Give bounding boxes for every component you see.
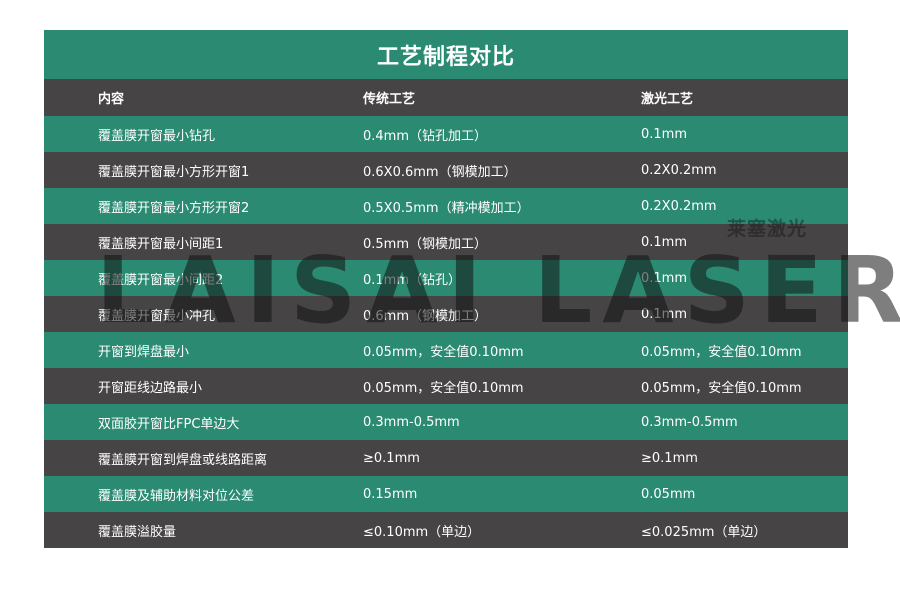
row-traditional: 0.5mm（钢模加工） (363, 236, 488, 252)
row-traditional: 0.6mm（钢模加工） (363, 308, 488, 324)
row-laser: ≤0.025mm（单边） (641, 524, 767, 540)
table-row: 开窗到焊盘最小 0.05mm，安全值0.10mm 0.05mm，安全值0.10mm (44, 332, 848, 368)
row-traditional: 0.15mm (363, 486, 418, 502)
row-laser: 0.05mm，安全值0.10mm (641, 344, 802, 360)
row-laser: 0.05mm，安全值0.10mm (641, 380, 802, 396)
row-content: 开窗距线边路最小 (98, 380, 203, 396)
row-laser: 0.05mm (641, 486, 696, 502)
header-content: 内容 (98, 92, 125, 107)
row-laser: ≥0.1mm (641, 450, 698, 466)
table-row: 覆盖膜开窗最小冲孔 0.6mm（钢模加工） 0.1mm (44, 296, 848, 332)
table-body: 覆盖膜开窗最小钻孔 0.4mm（钻孔加工） 0.1mm 覆盖膜开窗最小方形开窗1 0.6… (44, 116, 848, 548)
row-laser: 0.2X0.2mm (641, 198, 717, 214)
row-content: 覆盖膜溢胶量 (98, 524, 177, 540)
table-row: 覆盖膜开窗最小钻孔 0.4mm（钻孔加工） 0.1mm (44, 116, 848, 152)
row-traditional: 0.1mm（钻孔） (363, 272, 462, 288)
row-traditional: 0.5X0.5mm（精冲模加工） (363, 200, 530, 216)
table-row: 双面胶开窗比FPC单边大 0.3mm-0.5mm 0.3mm-0.5mm (44, 404, 848, 440)
table-row: 覆盖膜开窗最小方形开窗1 0.6X0.6mm（钢模加工） 0.2X0.2mm (44, 152, 848, 188)
page: 工艺制程对比 内容 传统工艺 激光工艺 覆盖膜开窗最小钻孔 0.4mm（钻孔加工）… (0, 0, 900, 591)
row-content: 覆盖膜开窗最小方形开窗2 (98, 200, 250, 216)
table-row: 覆盖膜溢胶量 ≤0.10mm（单边） ≤0.025mm（单边） (44, 512, 848, 548)
row-traditional: 0.6X0.6mm（钢模加工） (363, 164, 517, 180)
row-content: 覆盖膜开窗最小冲孔 (98, 308, 216, 324)
row-content: 覆盖膜开窗最小间距1 (98, 236, 224, 252)
table-row: 开窗距线边路最小 0.05mm，安全值0.10mm 0.05mm，安全值0.10mm (44, 368, 848, 404)
row-traditional: 0.4mm（钻孔加工） (363, 128, 488, 144)
row-laser: 0.1mm (641, 270, 688, 286)
row-content: 双面胶开窗比FPC单边大 (98, 416, 240, 432)
table-title: 工艺制程对比 (44, 30, 848, 79)
row-traditional: 0.05mm，安全值0.10mm (363, 380, 524, 396)
row-content: 覆盖膜开窗到焊盘或线路距离 (98, 452, 268, 468)
row-traditional: ≥0.1mm (363, 450, 420, 466)
row-traditional: ≤0.10mm（单边） (363, 524, 481, 540)
table-row: 覆盖膜开窗最小方形开窗2 0.5X0.5mm（精冲模加工） 0.2X0.2mm (44, 188, 848, 224)
comparison-table: 工艺制程对比 内容 传统工艺 激光工艺 覆盖膜开窗最小钻孔 0.4mm（钻孔加工）… (44, 30, 848, 548)
header-traditional: 传统工艺 (363, 92, 416, 107)
row-content: 覆盖膜开窗最小间距2 (98, 272, 224, 288)
row-content: 覆盖膜及辅助材料对位公差 (98, 488, 255, 504)
row-laser: 0.1mm (641, 126, 688, 142)
row-content: 覆盖膜开窗最小钻孔 (98, 128, 216, 144)
table-row: 覆盖膜开窗最小间距2 0.1mm（钻孔） 0.1mm (44, 260, 848, 296)
header-laser: 激光工艺 (641, 92, 694, 107)
row-laser: 0.1mm (641, 234, 688, 250)
table-row: 覆盖膜及辅助材料对位公差 0.15mm 0.05mm (44, 476, 848, 512)
row-traditional: 0.3mm-0.5mm (363, 414, 460, 430)
row-laser: 0.3mm-0.5mm (641, 414, 738, 430)
row-content: 覆盖膜开窗最小方形开窗1 (98, 164, 250, 180)
row-laser: 0.1mm (641, 306, 688, 322)
table-row: 覆盖膜开窗到焊盘或线路距离 ≥0.1mm ≥0.1mm (44, 440, 848, 476)
row-traditional: 0.05mm，安全值0.10mm (363, 344, 524, 360)
row-content: 开窗到焊盘最小 (98, 344, 190, 360)
row-laser: 0.2X0.2mm (641, 162, 717, 178)
table-row: 覆盖膜开窗最小间距1 0.5mm（钢模加工） 0.1mm (44, 224, 848, 260)
table-header-row: 内容 传统工艺 激光工艺 (44, 79, 848, 116)
